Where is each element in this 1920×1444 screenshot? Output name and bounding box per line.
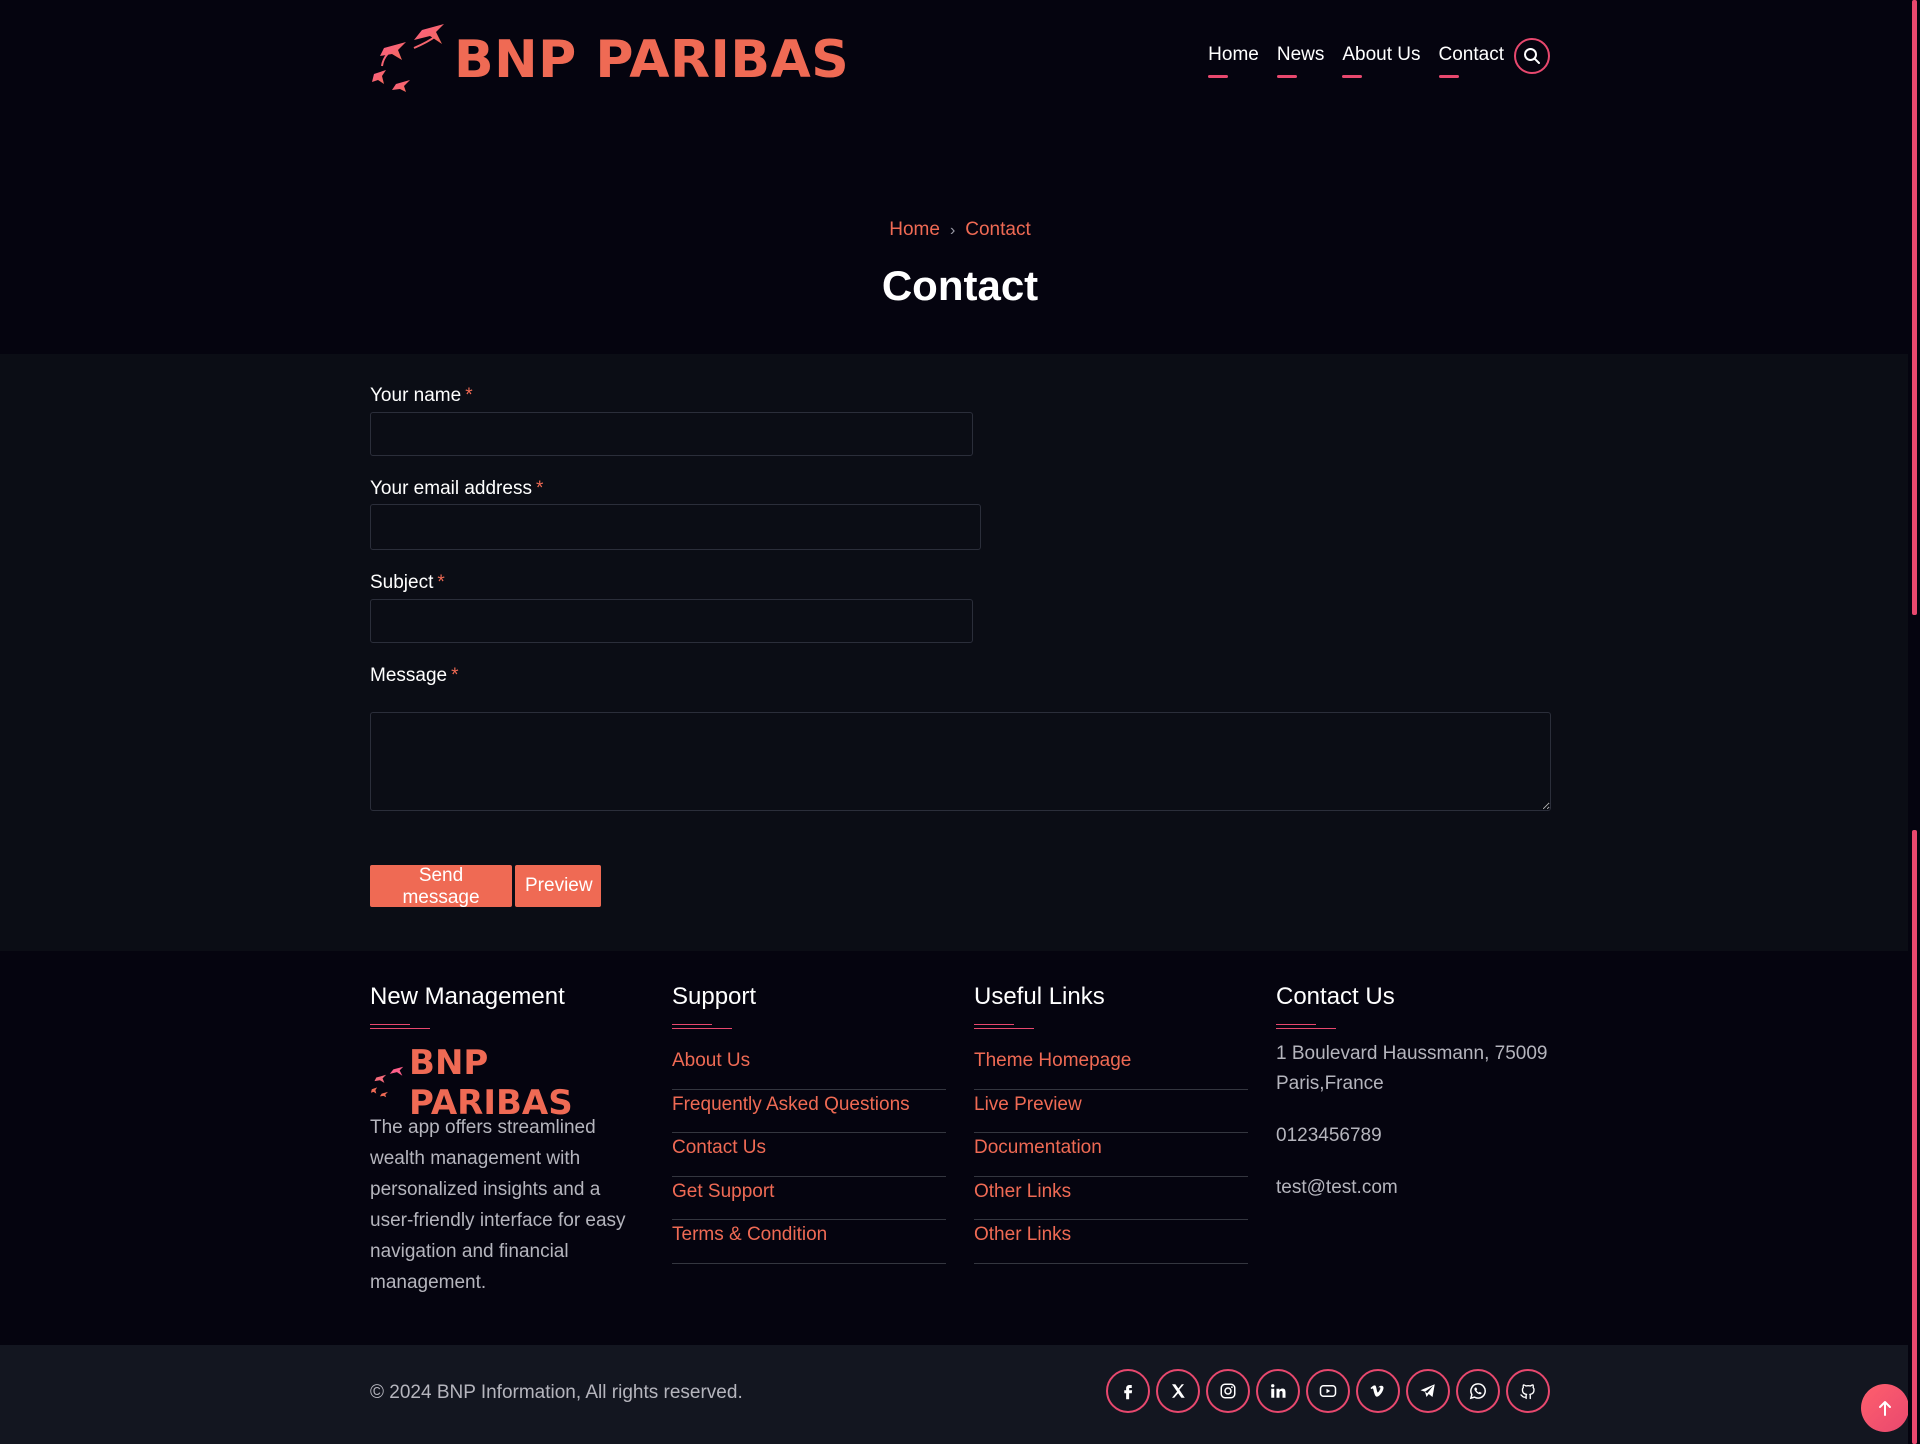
footer-link-faq[interactable]: Frequently Asked Questions — [672, 1090, 946, 1133]
email-label-text: Your email address — [370, 478, 532, 499]
contact-phone: 0123456789 — [1276, 1125, 1382, 1146]
required-mark: * — [451, 665, 459, 686]
bnp-birds-icon — [372, 24, 444, 92]
title-underline — [1276, 1024, 1336, 1029]
breadcrumb-home[interactable]: Home — [889, 219, 940, 240]
name-label: Your name * — [370, 385, 473, 407]
footer-link-contact-us[interactable]: Contact Us — [672, 1133, 946, 1177]
scroll-to-top-button[interactable] — [1861, 1384, 1909, 1432]
contact-form: Your name * Your email address * Subject * … — [0, 354, 1908, 951]
footer-description: The app offers streamlined wealth manage… — [370, 1117, 626, 1293]
arrow-up-icon — [1879, 1401, 1891, 1416]
title-underline — [974, 1024, 1034, 1029]
title-underline — [370, 1024, 430, 1029]
message-label-text: Message — [370, 665, 448, 686]
required-mark: * — [535, 478, 544, 499]
title-underline — [672, 1024, 732, 1029]
footer-col-title: Contact Us — [1276, 983, 1395, 1010]
github-icon[interactable] — [1506, 1369, 1550, 1413]
preview-button[interactable]: Preview — [515, 865, 601, 907]
footer-col-title: Support — [672, 983, 757, 1010]
x-icon[interactable] — [1156, 1369, 1200, 1413]
email-label: Your email address * — [370, 478, 543, 500]
footer-logo[interactable]: BNP PARIBAS — [370, 1041, 588, 1123]
subject-label-text: Subject — [370, 572, 434, 593]
nav-home[interactable]: Home — [1208, 44, 1259, 78]
footer-col-title: New Management — [370, 983, 565, 1010]
footer-link-other-links[interactable]: Other Links — [974, 1177, 1248, 1220]
brand-logo[interactable]: BNP PARIBAS — [370, 22, 849, 94]
scrollbar-thumb[interactable] — [1912, 830, 1917, 1444]
brand-wordmark: BNP PARIBAS — [454, 30, 850, 90]
scrollbar-thumb[interactable] — [1912, 0, 1917, 615]
footer-link-live-preview[interactable]: Live Preview — [974, 1090, 1248, 1133]
send-message-button[interactable]: Send message — [370, 865, 512, 908]
required-mark: * — [465, 385, 473, 406]
required-mark: * — [437, 572, 445, 593]
footer-link-theme-homepage[interactable]: Theme Homepage — [974, 1046, 1248, 1090]
main-nav: Home News About Us Contact — [1208, 38, 1550, 78]
name-field[interactable] — [370, 412, 973, 456]
footer-bottom-bar: © 2024 BNP Information, All rights reser… — [0, 1345, 1908, 1444]
nav-news[interactable]: News — [1276, 44, 1324, 78]
telegram-icon[interactable] — [1406, 1369, 1450, 1413]
instagram-icon[interactable] — [1206, 1369, 1250, 1413]
support-links: About Us Frequently Asked Questions Cont… — [672, 1046, 946, 1264]
site-footer: New Management BNP PARIBAS The app offer… — [0, 951, 1908, 1345]
footer-link-get-support[interactable]: Get Support — [672, 1177, 946, 1220]
linkedin-icon[interactable] — [1256, 1369, 1300, 1413]
search-icon — [1524, 48, 1540, 64]
social-links — [1106, 1369, 1556, 1413]
name-label-text: Your name — [370, 385, 462, 406]
copyright-text: © 2024 BNP Information, All rights reser… — [370, 1382, 743, 1403]
chevron-right-icon: › — [949, 222, 956, 239]
useful-links: Theme Homepage Live Preview Documentatio… — [974, 1046, 1248, 1264]
message-label: Message * — [370, 665, 459, 687]
subject-field[interactable] — [370, 599, 973, 643]
vimeo-icon[interactable] — [1356, 1369, 1400, 1413]
contact-email: test@test.com — [1276, 1177, 1398, 1198]
email-field[interactable] — [370, 504, 981, 550]
footer-link-other-links[interactable]: Other Links — [974, 1220, 1248, 1264]
footer-link-about-us[interactable]: About Us — [672, 1046, 946, 1090]
facebook-icon[interactable] — [1106, 1369, 1150, 1413]
search-button[interactable] — [1514, 38, 1550, 74]
subject-label: Subject * — [370, 572, 445, 594]
message-field[interactable] — [370, 712, 1551, 811]
nav-contact[interactable]: Contact — [1438, 44, 1504, 78]
footer-link-terms[interactable]: Terms & Condition — [672, 1220, 946, 1264]
contact-address: 1 Boulevard Haussmann, 75009 Paris,Franc… — [1276, 1043, 1548, 1094]
nav-about-us[interactable]: About Us — [1342, 44, 1421, 78]
page-scrollbar[interactable] — [1908, 0, 1920, 1444]
site-header: BNP PARIBAS Home News About Us Contact H… — [0, 0, 1908, 354]
youtube-icon[interactable] — [1306, 1369, 1350, 1413]
whatsapp-icon[interactable] — [1456, 1369, 1500, 1413]
footer-wordmark: BNP PARIBAS — [409, 1043, 573, 1123]
page-title: Contact — [881, 262, 1039, 309]
breadcrumb: Home › Contact — [0, 219, 1920, 241]
footer-link-documentation[interactable]: Documentation — [974, 1133, 1248, 1177]
breadcrumb-current: Contact — [965, 219, 1031, 240]
footer-col-title: Useful Links — [974, 983, 1105, 1010]
bnp-birds-icon — [370, 1066, 404, 1098]
